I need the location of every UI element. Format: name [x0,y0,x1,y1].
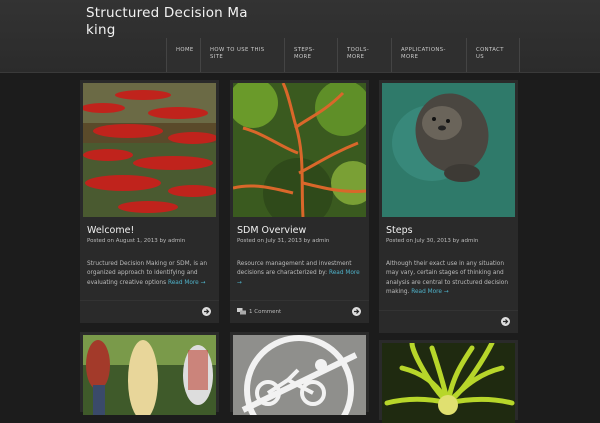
arrow-right-circle-icon[interactable] [501,317,510,326]
post-meta: Posted on July 31, 2013 by admin [237,238,330,244]
post-card: Steps Posted on July 30, 2013 by admin A… [379,80,518,333]
post-meta: Posted on August 1, 2013 by admin [87,238,186,244]
main-nav: HOME HOW TO USE THIS SITE STEPS-MORE TOO… [166,38,520,72]
nav-tools-more[interactable]: TOOLS-MORE [337,38,391,72]
post-excerpt: Although their exact use in any situatio… [386,260,512,298]
post-thumbnail-salmon[interactable] [83,83,216,217]
post-footer: 1 Comment [230,300,369,323]
post-thumbnail-otter[interactable] [382,83,515,217]
site-header: Structured Decision Making HOME HOW TO U… [0,0,600,73]
arrow-right-circle-icon[interactable] [202,307,211,316]
arrow-right-circle-icon[interactable] [352,307,361,316]
post-footer [80,300,219,323]
read-more-link[interactable]: Read More → [411,289,448,295]
post-thumbnail-anemone[interactable] [382,343,515,423]
post-thumbnail-couple[interactable] [83,335,216,415]
post-thumbnail-bike-lane[interactable] [233,335,366,415]
post-title[interactable]: Welcome! [87,225,134,236]
post-thumbnail-tree[interactable] [233,83,366,217]
post-card: SDM Overview Posted on July 31, 2013 by … [230,80,369,323]
read-more-link[interactable]: Read More → [168,280,205,286]
post-title[interactable]: SDM Overview [237,225,306,236]
post-card [80,332,219,415]
post-card: Welcome! Posted on August 1, 2013 by adm… [80,80,219,323]
comments-count[interactable]: 1 Comment [249,309,281,315]
post-card [230,332,369,415]
post-footer [379,310,518,333]
post-excerpt: Resource management and investment decis… [237,260,363,288]
nav-how-to-use[interactable]: HOW TO USE THIS SITE [200,38,284,72]
nav-steps-more[interactable]: STEPS-MORE [284,38,337,72]
nav-applications-more[interactable]: APPLICATIONS-MORE [391,38,466,72]
post-card [379,340,518,423]
speech-bubbles-icon [237,308,246,315]
nav-contact-us[interactable]: CONTACT US [466,38,520,72]
nav-home[interactable]: HOME [166,38,200,72]
site-title[interactable]: Structured Decision Making [86,5,251,39]
comments-link[interactable]: 1 Comment [237,308,281,315]
post-excerpt: Structured Decision Making or SDM, is an… [87,260,213,288]
post-title[interactable]: Steps [386,225,413,236]
post-meta: Posted on July 30, 2013 by admin [386,238,479,244]
